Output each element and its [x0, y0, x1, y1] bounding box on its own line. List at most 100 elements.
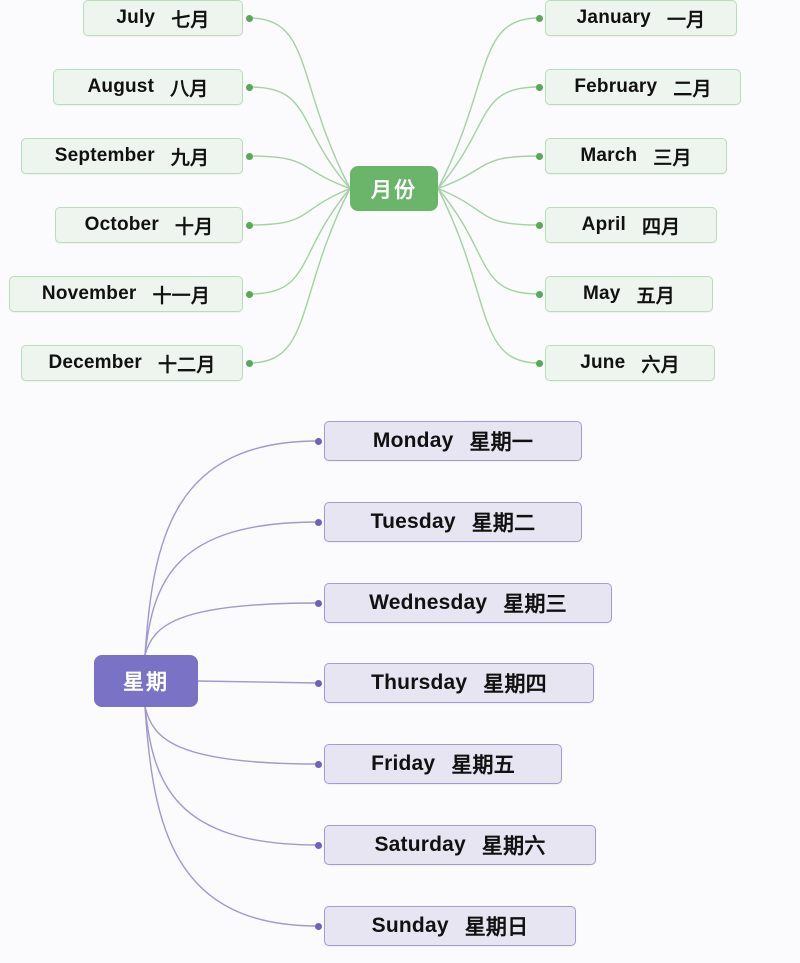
label-english: Friday: [371, 752, 436, 775]
weekday-node-friday[interactable]: Friday 星期五: [324, 744, 562, 784]
connector-dot: [535, 290, 543, 298]
connector-line: [144, 521, 319, 656]
month-node-may[interactable]: May 五月: [545, 276, 713, 312]
connector-line: [437, 188, 540, 295]
label-english: December: [48, 352, 142, 373]
connector-dot: [535, 359, 543, 367]
label-chinese: 星期五: [451, 754, 515, 777]
weekday-node-saturday[interactable]: Saturday 星期六: [324, 825, 596, 865]
month-node-december[interactable]: December 十二月: [21, 345, 243, 381]
label-english: April: [581, 214, 626, 235]
label-chinese: 星期日: [464, 916, 529, 939]
label-english: March: [580, 145, 638, 166]
connector-line: [144, 602, 319, 656]
connector-line: [437, 155, 540, 190]
label-english: January: [576, 7, 651, 28]
label-english: November: [41, 283, 137, 304]
month-node-july[interactable]: July 七月: [83, 0, 243, 36]
connector-line: [144, 706, 319, 765]
connector-dot: [245, 290, 253, 298]
label-english: February: [574, 76, 658, 97]
connector-dot: [314, 437, 322, 445]
connector-dot: [314, 760, 322, 768]
label-english: June: [580, 352, 626, 373]
label-chinese: 星期二: [471, 512, 536, 535]
connector-dot: [314, 679, 322, 687]
connector-dot: [314, 841, 322, 849]
connector-dot: [535, 83, 543, 91]
label-english: Thursday: [371, 671, 468, 694]
month-node-october[interactable]: October 十月: [55, 207, 243, 243]
connector-dot: [245, 221, 253, 229]
connector-line: [437, 188, 540, 364]
month-node-november[interactable]: November 十一月: [9, 276, 243, 312]
connector-dot: [245, 152, 253, 160]
connector-dot: [314, 922, 322, 930]
connector-line: [248, 155, 351, 190]
label-english: May: [583, 283, 621, 304]
connector-dot: [245, 359, 253, 367]
label-english: Saturday: [374, 833, 466, 856]
connector-line: [248, 187, 351, 226]
connector-line: [248, 188, 351, 295]
weekdays-root-label: 星期: [123, 671, 169, 694]
month-node-march[interactable]: March 三月: [545, 138, 727, 174]
weekday-node-thursday[interactable]: Thursday 星期四: [324, 663, 594, 703]
connector-line: [437, 187, 540, 226]
label-english: Monday: [372, 429, 454, 452]
connector-line: [248, 86, 351, 189]
label-chinese: 七月: [171, 9, 210, 31]
label-english: Sunday: [371, 914, 449, 937]
label-english: August: [87, 76, 155, 97]
connector-line: [248, 188, 351, 364]
connector-line: [197, 680, 319, 684]
connector-line: [437, 17, 540, 189]
label-english: Wednesday: [369, 591, 488, 614]
label-chinese: 四月: [641, 216, 681, 238]
connector-dot: [245, 83, 253, 91]
label-chinese: 二月: [673, 78, 712, 100]
label-chinese: 一月: [666, 9, 706, 31]
label-english: October: [84, 214, 159, 235]
connector-dot: [314, 518, 322, 526]
month-node-june[interactable]: June 六月: [545, 345, 715, 381]
month-node-april[interactable]: April 四月: [545, 207, 717, 243]
month-node-february[interactable]: February 二月: [545, 69, 741, 105]
label-chinese: 八月: [170, 78, 209, 100]
connector-line: [437, 86, 540, 189]
label-english: Tuesday: [370, 510, 456, 533]
weekday-node-wednesday[interactable]: Wednesday 星期三: [324, 583, 612, 623]
label-chinese: 九月: [170, 147, 210, 169]
month-node-january[interactable]: January 一月: [545, 0, 737, 36]
label-chinese: 十月: [174, 216, 214, 238]
label-english: September: [54, 145, 155, 166]
connector-dot: [535, 221, 543, 229]
label-chinese: 星期一: [469, 431, 534, 454]
weekdays-root-node[interactable]: 星期: [94, 655, 198, 707]
label-chinese: 三月: [653, 147, 692, 169]
connector-line: [248, 17, 351, 189]
month-node-september[interactable]: September 九月: [21, 138, 243, 174]
connector-line: [144, 440, 319, 656]
label-chinese: 十一月: [152, 285, 211, 307]
connector-line: [144, 706, 319, 846]
label-chinese: 星期四: [483, 673, 547, 696]
label-english: July: [116, 7, 156, 28]
mindmap-canvas: July 七月 August 八月 September 九月 October 十月 Novemb…: [0, 0, 800, 963]
connector-dot: [314, 599, 322, 607]
connector-dot: [535, 152, 543, 160]
month-node-august[interactable]: August 八月: [53, 69, 243, 105]
weekday-node-sunday[interactable]: Sunday 星期日: [324, 906, 576, 946]
connector-line: [144, 706, 319, 927]
months-root-node[interactable]: 月份: [350, 166, 438, 211]
connector-dot: [535, 14, 543, 22]
label-chinese: 十二月: [157, 354, 216, 376]
label-chinese: 星期三: [503, 593, 567, 616]
connector-dot: [245, 14, 253, 22]
weekday-node-monday[interactable]: Monday 星期一: [324, 421, 582, 461]
label-chinese: 六月: [641, 354, 680, 376]
months-root-label: 月份: [371, 178, 417, 202]
weekday-node-tuesday[interactable]: Tuesday 星期二: [324, 502, 582, 542]
label-chinese: 五月: [636, 285, 675, 307]
label-chinese: 星期六: [481, 835, 546, 858]
